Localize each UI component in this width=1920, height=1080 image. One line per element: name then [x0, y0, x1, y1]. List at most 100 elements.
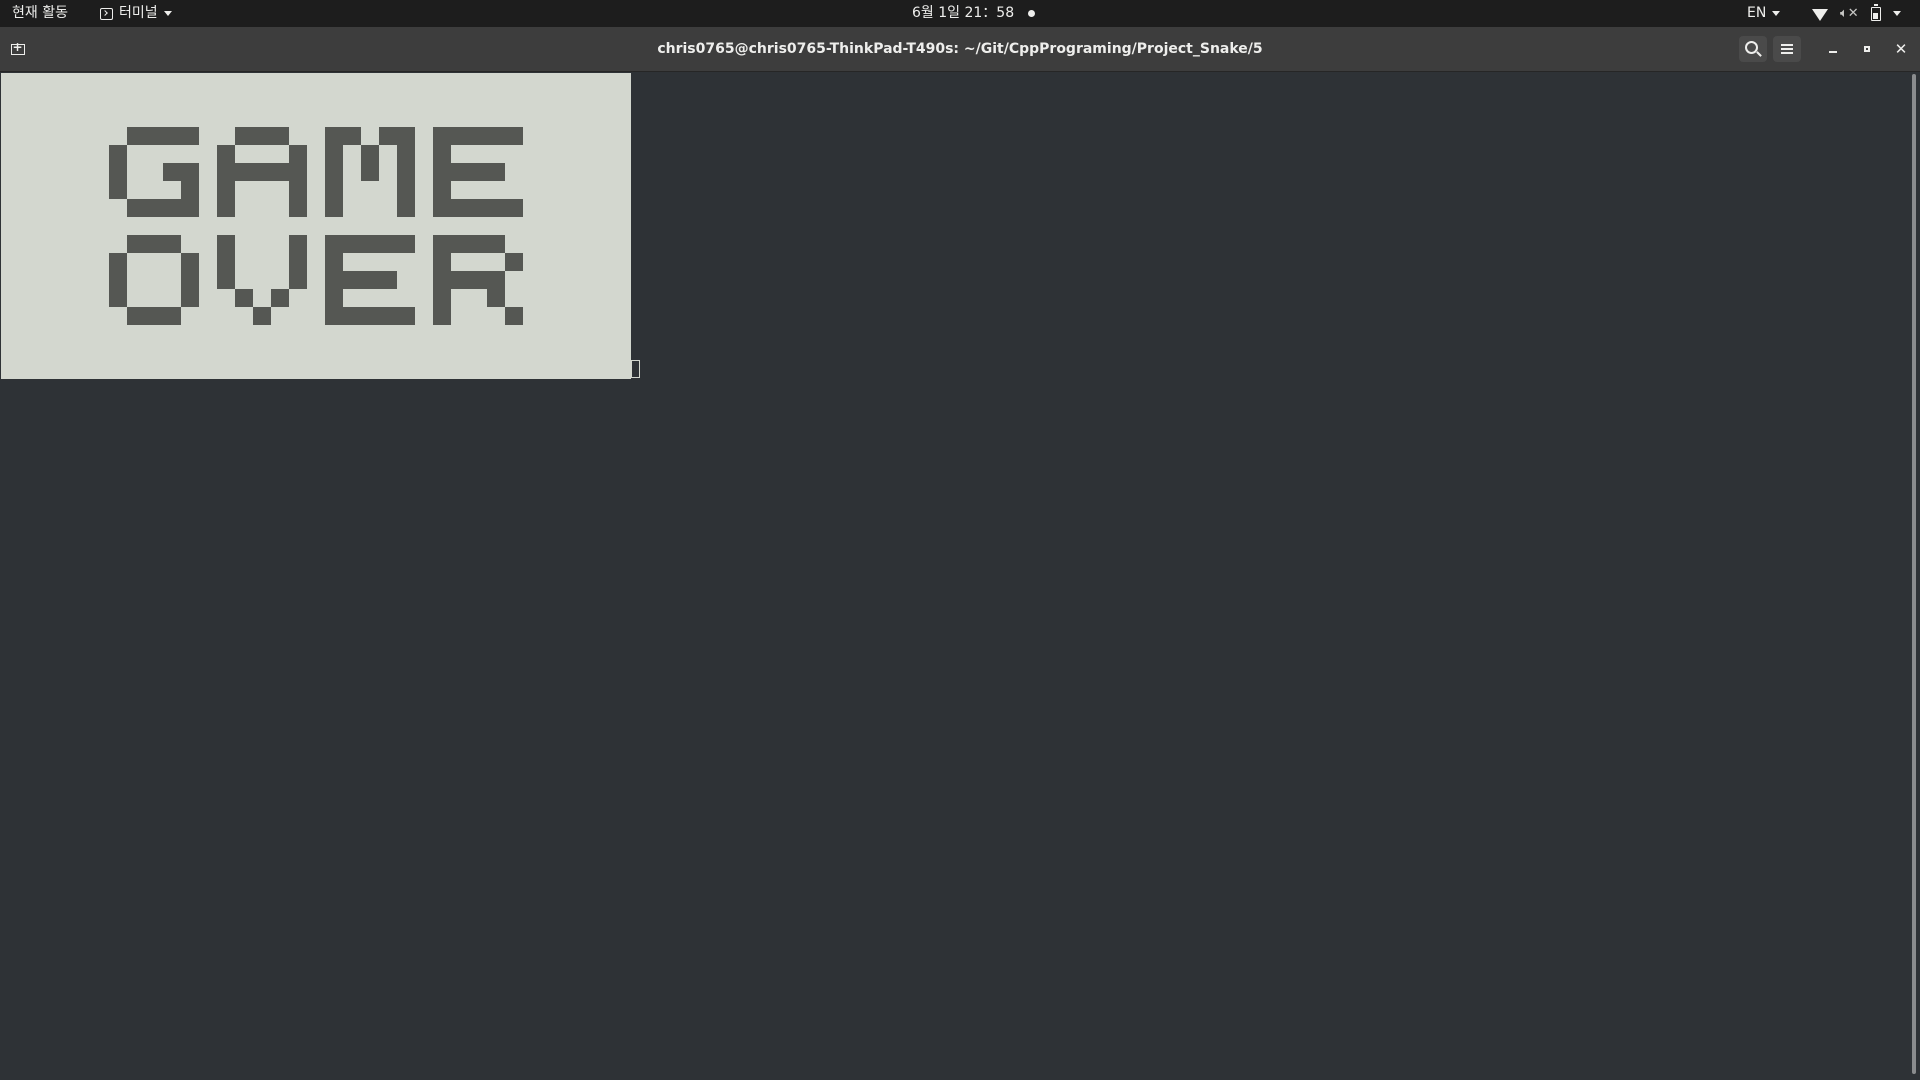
- app-menu-button[interactable]: 터미널: [100, 0, 172, 27]
- pixel-block: [235, 163, 253, 181]
- pixel-block: [379, 127, 397, 145]
- pixel-block: [109, 289, 127, 307]
- pixel-block: [433, 289, 451, 307]
- wifi-icon: [1812, 8, 1828, 21]
- pixel-block: [181, 127, 199, 145]
- pixel-block: [181, 199, 199, 217]
- pixel-block: [127, 235, 145, 253]
- pixel-block: [451, 199, 469, 217]
- pixel-block: [505, 253, 523, 271]
- pixel-block: [235, 289, 253, 307]
- pixel-block: [487, 235, 505, 253]
- new-tab-button[interactable]: [7, 38, 29, 60]
- pixel-block: [433, 235, 451, 253]
- clock-label: 6월 1일 21：58: [912, 5, 1015, 21]
- pixel-block: [505, 307, 523, 325]
- terminal-cursor: [631, 360, 640, 378]
- pixel-block: [289, 181, 307, 199]
- pixel-block: [163, 235, 181, 253]
- pixel-block: [163, 199, 181, 217]
- pixel-block: [433, 307, 451, 325]
- pixel-block: [289, 145, 307, 163]
- pixel-block: [487, 199, 505, 217]
- pixel-block: [109, 181, 127, 199]
- pixel-block: [361, 163, 379, 181]
- chevron-down-icon: [1892, 11, 1901, 16]
- activities-label: 현재 활동: [12, 5, 68, 21]
- pixel-block: [343, 235, 361, 253]
- minimize-button[interactable]: [1819, 36, 1847, 62]
- pixel-block: [181, 181, 199, 199]
- pixel-block: [433, 253, 451, 271]
- chevron-down-icon: [163, 11, 172, 16]
- pixel-block: [325, 307, 343, 325]
- pixel-block: [109, 145, 127, 163]
- pixel-block: [127, 199, 145, 217]
- pixel-block: [433, 181, 451, 199]
- pixel-block: [451, 127, 469, 145]
- pixel-block: [145, 307, 163, 325]
- pixel-block: [181, 289, 199, 307]
- hamburger-icon: [1781, 44, 1793, 54]
- pixel-block: [181, 163, 199, 181]
- chevron-down-icon: [1772, 11, 1781, 16]
- pixel-block: [145, 127, 163, 145]
- system-status-menu[interactable]: 🔈︎✕: [1812, 0, 1901, 27]
- pixel-block: [451, 235, 469, 253]
- pixel-block: [487, 127, 505, 145]
- minimize-icon: [1829, 51, 1837, 53]
- pixel-block: [163, 163, 181, 181]
- pixel-block: [271, 127, 289, 145]
- pixel-block: [253, 307, 271, 325]
- pixel-block: [253, 127, 271, 145]
- pixel-block: [217, 145, 235, 163]
- pixel-block: [271, 289, 289, 307]
- menu-button[interactable]: [1773, 36, 1801, 62]
- pixel-block: [217, 253, 235, 271]
- game-over-pixel-art: [109, 127, 523, 325]
- pixel-block: [397, 163, 415, 181]
- pixel-block: [325, 181, 343, 199]
- battery-icon: [1870, 3, 1881, 21]
- pixel-block: [433, 163, 451, 181]
- pixel-block: [469, 235, 487, 253]
- close-icon: ✕: [1894, 39, 1908, 58]
- pixel-block: [325, 127, 343, 145]
- pixel-block: [325, 289, 343, 307]
- pixel-block: [379, 307, 397, 325]
- volume-muted-icon: 🔈︎✕: [1840, 6, 1859, 21]
- scrollbar[interactable]: [1912, 74, 1916, 1074]
- pixel-block: [181, 271, 199, 289]
- input-source-button[interactable]: EN: [1747, 0, 1781, 27]
- pixel-block: [343, 271, 361, 289]
- pixel-block: [325, 253, 343, 271]
- pixel-block: [289, 163, 307, 181]
- pixel-block: [487, 289, 505, 307]
- pixel-block: [433, 271, 451, 289]
- pixel-block: [379, 235, 397, 253]
- app-menu-label: 터미널: [119, 5, 158, 21]
- maximize-button[interactable]: [1853, 36, 1881, 62]
- pixel-block: [469, 163, 487, 181]
- pixel-block: [289, 271, 307, 289]
- pixel-block: [343, 307, 361, 325]
- game-over-screen: GAME OVER: [1, 73, 631, 379]
- pixel-block: [469, 127, 487, 145]
- pixel-block: [217, 271, 235, 289]
- pixel-block: [181, 253, 199, 271]
- pixel-block: [433, 127, 451, 145]
- pixel-block: [127, 127, 145, 145]
- search-button[interactable]: [1739, 36, 1767, 62]
- clock-button[interactable]: 6월 1일 21：58: [912, 0, 1036, 27]
- terminal-output[interactable]: GAME OVER: [0, 72, 1920, 1080]
- pixel-block: [487, 271, 505, 289]
- maximize-icon: [1864, 46, 1870, 52]
- pixel-block: [487, 163, 505, 181]
- close-button[interactable]: ✕: [1887, 36, 1915, 62]
- pixel-block: [505, 127, 523, 145]
- pixel-block: [361, 271, 379, 289]
- pixel-block: [451, 163, 469, 181]
- activities-button[interactable]: 현재 활동: [12, 0, 68, 27]
- pixel-block: [217, 199, 235, 217]
- pixel-block: [397, 127, 415, 145]
